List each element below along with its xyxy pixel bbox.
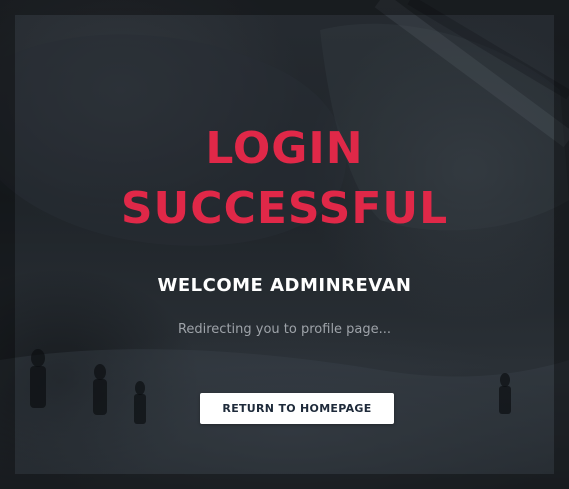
login-success-panel: LOGIN SUCCESSFUL WELCOME ADMINREVAN Redi… [0,0,569,489]
redirect-message: Redirecting you to profile page... [177,322,392,337]
return-to-homepage-button[interactable]: RETURN TO HOMEPAGE [200,393,394,424]
title-line-login: LOGIN [205,123,364,174]
welcome-message: WELCOME ADMINREVAN [157,275,412,296]
title-line-successful: SUCCESSFUL [120,183,449,234]
